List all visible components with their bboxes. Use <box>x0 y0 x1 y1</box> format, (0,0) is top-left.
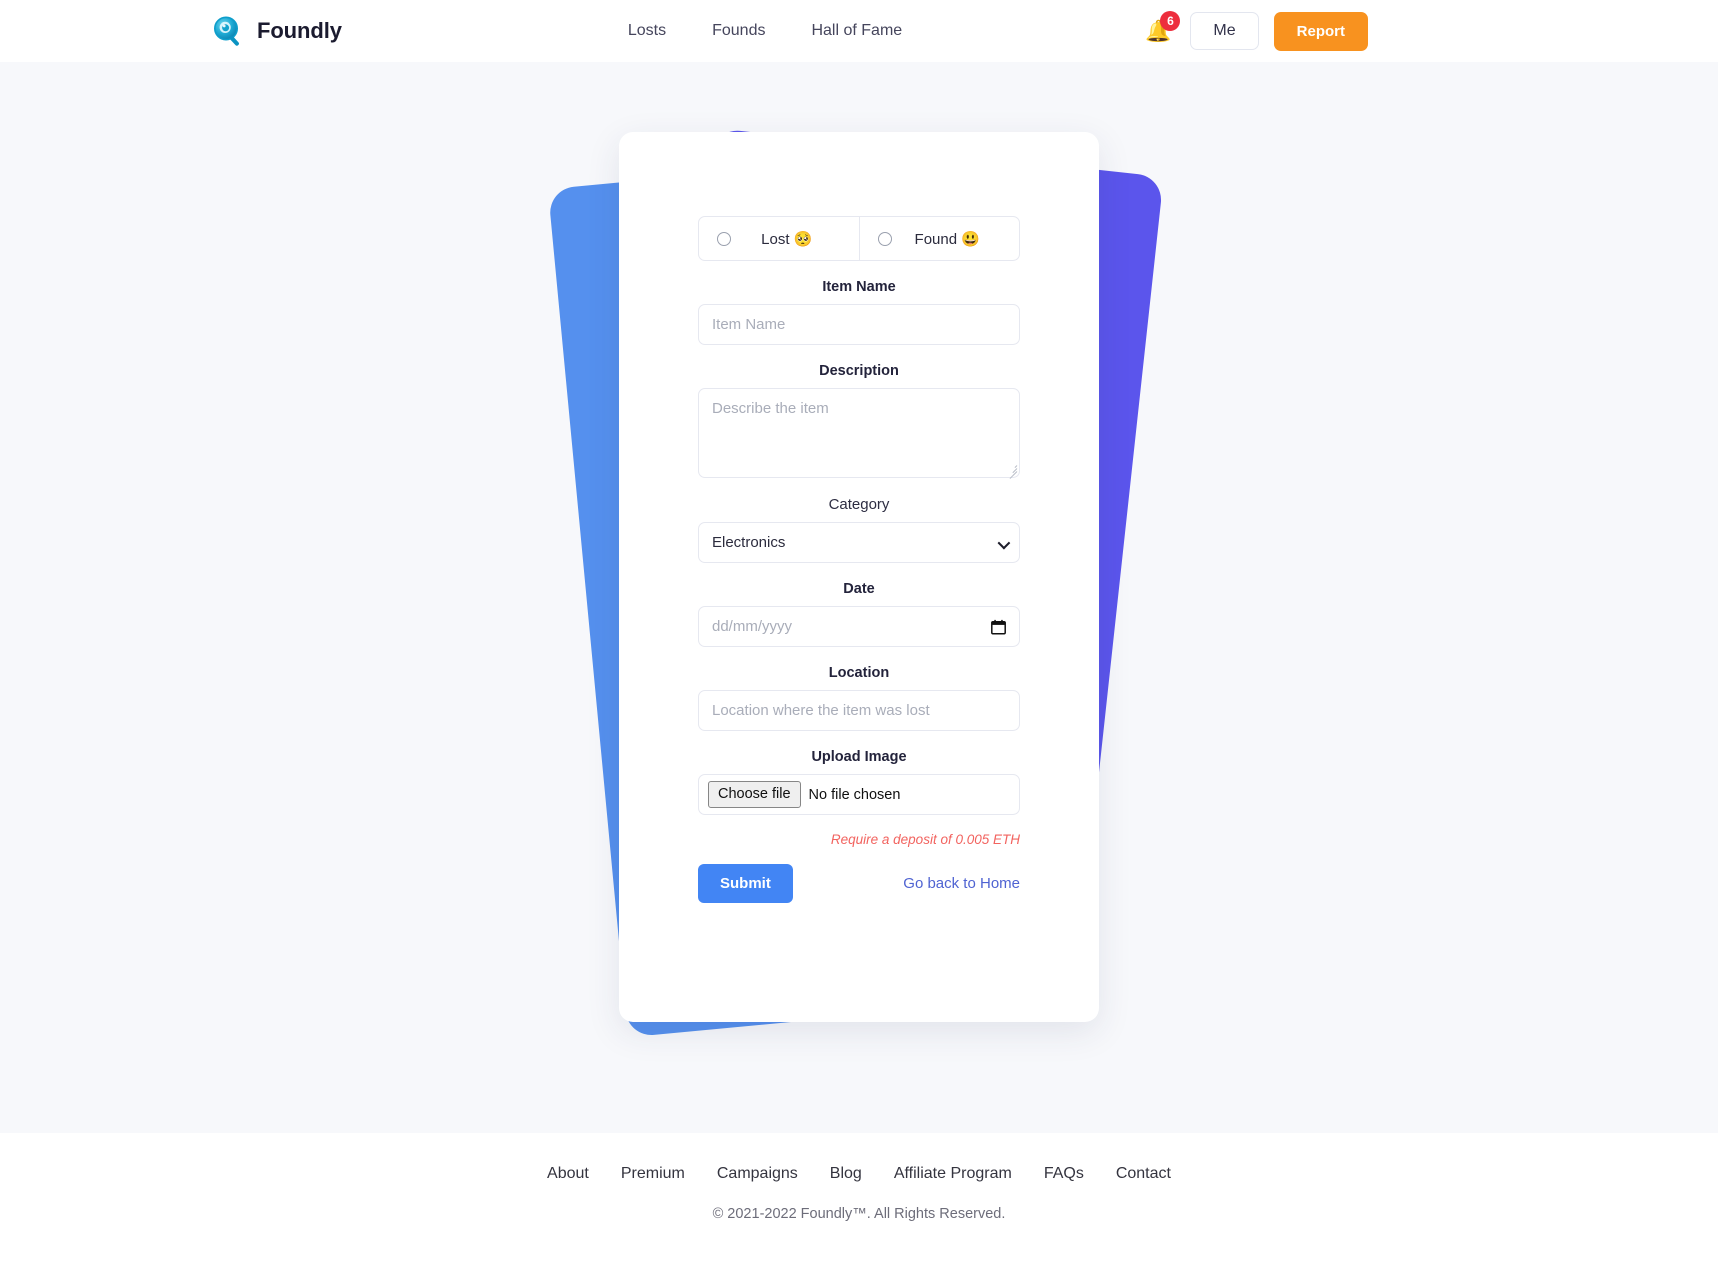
field-date: Date <box>698 581 1020 647</box>
field-category: Category Electronics <box>698 496 1020 563</box>
main-navigation: Losts Founds Hall of Fame <box>628 22 902 40</box>
file-chosen-status: No file chosen <box>808 786 901 803</box>
nav-item-losts[interactable]: Losts <box>628 22 666 40</box>
report-button[interactable]: Report <box>1273 11 1368 51</box>
pleading-face-icon: 🥺 <box>793 230 813 248</box>
footer-link-contact[interactable]: Contact <box>1116 1165 1171 1183</box>
me-button[interactable]: Me <box>1190 12 1259 50</box>
field-location: Location <box>698 665 1020 731</box>
brand-logo-link[interactable]: Foundly <box>212 15 342 48</box>
field-description: Description <box>698 363 1020 479</box>
nav-item-hall-of-fame[interactable]: Hall of Fame <box>811 22 902 40</box>
radio-label-found: Found 😃 <box>892 230 1020 248</box>
magnifier-logo-icon <box>212 15 245 48</box>
file-input-row[interactable]: Choose file No file chosen <box>698 774 1020 815</box>
field-item-name: Item Name <box>698 279 1020 345</box>
form-actions: Submit Go back to Home <box>698 864 1020 903</box>
field-upload-image: Upload Image Choose file No file chosen <box>698 749 1020 815</box>
footer-link-premium[interactable]: Premium <box>621 1165 685 1183</box>
footer-link-affiliate-program[interactable]: Affiliate Program <box>894 1165 1012 1183</box>
radio-option-lost[interactable]: Lost 🥺 <box>699 217 859 260</box>
radio-circle-lost[interactable] <box>717 231 731 246</box>
footer-link-campaigns[interactable]: Campaigns <box>717 1165 798 1183</box>
copyright-text: © 2021-2022 Foundly™. All Rights Reserve… <box>712 1206 1006 1222</box>
submit-button[interactable]: Submit <box>698 864 793 903</box>
label-item-name: Item Name <box>822 279 896 295</box>
go-back-home-link[interactable]: Go back to Home <box>903 875 1020 892</box>
grinning-face-icon: 😃 <box>961 230 980 248</box>
description-textarea[interactable] <box>698 388 1020 478</box>
label-date: Date <box>843 581 875 597</box>
footer-link-faqs[interactable]: FAQs <box>1044 1165 1084 1183</box>
deposit-notice: Require a deposit of 0.005 ETH <box>830 832 1020 847</box>
label-location: Location <box>828 665 890 681</box>
nav-item-founds[interactable]: Founds <box>712 22 765 40</box>
radio-label-lost: Lost 🥺 <box>731 230 859 248</box>
label-category: Category <box>828 496 890 513</box>
site-footer: About Premium Campaigns Blog Affiliate P… <box>0 1133 1718 1285</box>
radio-option-found[interactable]: Found 😃 <box>858 217 1020 260</box>
choose-file-button[interactable]: Choose file <box>708 781 801 808</box>
brand-name: Foundly <box>257 18 342 43</box>
page-canvas: Lost 🥺 Found 😃 Item Name Item Name Descr… <box>0 62 1718 1133</box>
calendar-icon[interactable] <box>991 619 1006 634</box>
notification-count-badge: 6 <box>1160 11 1181 31</box>
site-header: Foundly Losts Founds Hall of Fame 🔔 6 Me… <box>0 0 1718 62</box>
report-form-card: Lost 🥺 Found 😃 Item Name Item Name Descr… <box>619 132 1099 1022</box>
header-actions: 🔔 6 Me Report <box>1141 11 1368 51</box>
radio-label-found-text: Found <box>914 230 958 248</box>
category-select[interactable]: Electronics <box>698 522 1020 563</box>
footer-link-blog[interactable]: Blog <box>830 1165 862 1183</box>
label-description: Description <box>819 363 899 379</box>
radio-label-lost-text: Lost <box>761 230 790 248</box>
footer-links: About Premium Campaigns Blog Affiliate P… <box>547 1165 1171 1183</box>
item-name-input[interactable] <box>698 304 1020 345</box>
location-input[interactable] <box>698 690 1020 731</box>
footer-link-about[interactable]: About <box>547 1165 589 1183</box>
form-stage: Lost 🥺 Found 😃 Item Name Item Name Descr… <box>547 128 1164 1038</box>
report-type-selector: Lost 🥺 Found 😃 <box>698 216 1020 261</box>
date-input[interactable] <box>698 606 1020 647</box>
radio-circle-found[interactable] <box>877 231 892 246</box>
notifications-button[interactable]: 🔔 6 <box>1141 11 1181 48</box>
label-upload-image: Upload Image <box>811 749 907 765</box>
